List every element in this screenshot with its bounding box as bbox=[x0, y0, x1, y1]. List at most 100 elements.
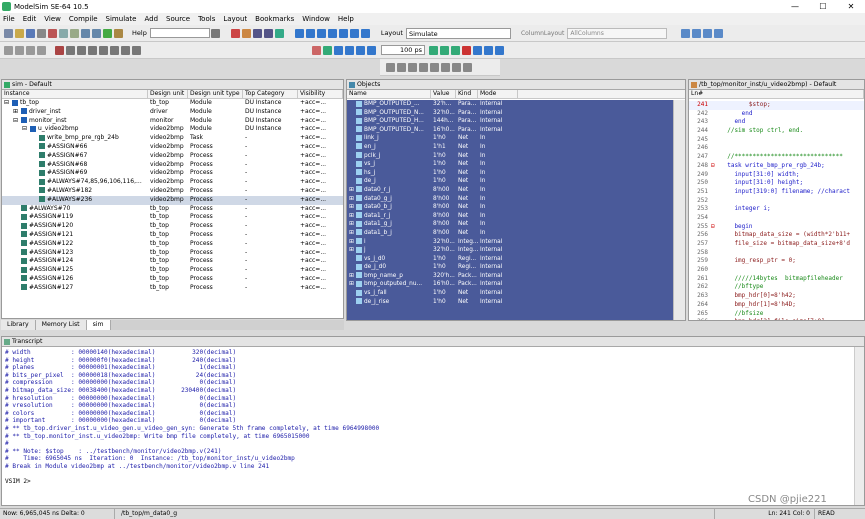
run-length-input[interactable]: 100 ps bbox=[381, 45, 425, 55]
paste-icon[interactable] bbox=[70, 28, 79, 38]
sim-tree-row[interactable]: #ALWAYS#70 tb_top Process - +acc=... bbox=[2, 205, 343, 214]
edit-mode-icon[interactable] bbox=[408, 62, 417, 72]
sim-tree-row[interactable]: #ASSIGN#127 tb_top Process - +acc=... bbox=[2, 284, 343, 293]
list-icon[interactable] bbox=[37, 45, 46, 55]
help-search-input[interactable] bbox=[149, 28, 210, 38]
sim-tree-row[interactable]: #ALWAYS#236 video2bmp Process - +acc=... bbox=[2, 195, 343, 205]
fold-marker-icon[interactable] bbox=[711, 171, 720, 180]
right-arrow-icon[interactable] bbox=[327, 28, 337, 38]
line-number[interactable]: 248 bbox=[689, 162, 711, 171]
line-number[interactable]: 260 bbox=[689, 266, 711, 275]
menu-tools[interactable]: Tools bbox=[198, 15, 215, 23]
fold-marker-icon[interactable] bbox=[711, 240, 720, 249]
fold-marker-icon[interactable] bbox=[711, 283, 720, 292]
expand-toggle-icon[interactable]: ⊞ bbox=[349, 220, 356, 229]
toggle-icon[interactable] bbox=[15, 45, 24, 55]
find-prev-icon[interactable] bbox=[132, 45, 141, 55]
zoom-out-icon[interactable] bbox=[88, 45, 97, 55]
cut-icon[interactable] bbox=[48, 28, 57, 38]
object-row[interactable]: de_j 1'h0 Net In bbox=[347, 177, 674, 186]
run-continue-icon[interactable] bbox=[440, 45, 449, 55]
menu-add[interactable]: Add bbox=[144, 15, 158, 23]
wave-cursor-icon[interactable] bbox=[312, 45, 321, 55]
clear-breakpoints-icon[interactable] bbox=[66, 45, 75, 55]
save-icon[interactable] bbox=[26, 28, 35, 38]
col-top-category[interactable]: Top Category bbox=[243, 90, 298, 98]
sim-tree-row[interactable]: ⊟ tb_top tb_top Module DU Instance +acc=... bbox=[2, 99, 343, 108]
menu-file[interactable]: File bbox=[3, 15, 15, 23]
line-number[interactable]: 246 bbox=[689, 144, 711, 153]
fold-marker-icon[interactable] bbox=[711, 318, 720, 320]
object-row[interactable]: ⊞ i 32'h0... Integ... Internal bbox=[347, 238, 674, 247]
object-row[interactable]: BMP_OUTPUTED_H... 144h... Para... Internal bbox=[347, 117, 674, 126]
col-instance[interactable]: Instance bbox=[2, 90, 148, 98]
zoom-full-icon[interactable] bbox=[99, 45, 108, 55]
col-mode[interactable]: Mode bbox=[478, 90, 518, 98]
sim-tree-row[interactable]: #ASSIGN#126 tb_top Process - +acc=... bbox=[2, 275, 343, 284]
sim-tree-row[interactable]: #ASSIGN#124 tb_top Process - +acc=... bbox=[2, 257, 343, 266]
line-number[interactable]: 262 bbox=[689, 283, 711, 292]
source-code[interactable]: 241 $stop; 242 end 243 end 244 //sim stop c… bbox=[689, 101, 864, 320]
fold-marker-icon[interactable] bbox=[711, 292, 720, 301]
expand-toggle-icon[interactable]: ⊞ bbox=[349, 212, 356, 221]
step-out-icon[interactable] bbox=[338, 28, 348, 38]
menu-view[interactable]: View bbox=[44, 15, 61, 23]
fold-marker-icon[interactable]: ⊟ bbox=[711, 162, 720, 171]
expand-toggle-icon[interactable]: ⊟ bbox=[22, 125, 30, 134]
zoom-in-icon[interactable] bbox=[77, 45, 86, 55]
close-button[interactable]: ✕ bbox=[837, 0, 865, 13]
line-number[interactable]: 254 bbox=[689, 214, 711, 223]
dock-icon[interactable] bbox=[692, 28, 702, 38]
up-arrow-icon[interactable] bbox=[294, 28, 304, 38]
zoom-mode-icon[interactable] bbox=[397, 62, 406, 72]
undock-icon[interactable] bbox=[703, 28, 713, 38]
col-name[interactable]: Name bbox=[347, 90, 431, 98]
minimize-button[interactable]: — bbox=[781, 0, 809, 13]
fold-marker-icon[interactable] bbox=[711, 144, 720, 153]
open-folder-icon[interactable] bbox=[15, 28, 24, 38]
line-number[interactable]: 243 bbox=[689, 118, 711, 127]
object-row[interactable]: ⊞ data1_g_j 8'h00 Net In bbox=[347, 220, 674, 229]
menu-source[interactable]: Source bbox=[166, 15, 190, 23]
object-row[interactable]: vs_j_d0 1'h0 Regi... Internal bbox=[347, 255, 674, 264]
break-icon[interactable] bbox=[230, 28, 240, 38]
line-number[interactable]: 265 bbox=[689, 310, 711, 319]
line-number[interactable]: 263 bbox=[689, 292, 711, 301]
sim-tree-row[interactable]: ⊟ u_video2bmp video2bmp Module DU Instance +a… bbox=[2, 125, 343, 134]
fold-marker-icon[interactable] bbox=[711, 136, 720, 145]
breakpoint-icon[interactable] bbox=[55, 45, 64, 55]
sim-tree-row[interactable]: #ASSIGN#122 tb_top Process - +acc=... bbox=[2, 240, 343, 249]
object-row[interactable]: vs_j_fall 1'h0 Net Internal bbox=[347, 289, 674, 298]
find-next-icon[interactable] bbox=[121, 45, 130, 55]
fold-marker-icon[interactable] bbox=[711, 275, 720, 284]
simulate-icon[interactable] bbox=[114, 28, 123, 38]
tab-memory-list[interactable]: Memory List bbox=[35, 320, 87, 330]
fold-marker-icon[interactable] bbox=[711, 310, 720, 319]
line-number[interactable]: 257 bbox=[689, 240, 711, 249]
line-number[interactable]: 242 bbox=[689, 110, 711, 119]
tab-library[interactable]: Library bbox=[1, 320, 36, 330]
sim-tree-row[interactable]: ⊞ driver_inst driver Module DU Instance +acc=… bbox=[2, 108, 343, 117]
object-row[interactable]: hs_j 1'h0 Net In bbox=[347, 169, 674, 178]
line-number[interactable]: 261 bbox=[689, 275, 711, 284]
expand-toggle-icon[interactable]: ⊞ bbox=[349, 272, 356, 281]
transcript-text[interactable]: # width : 00000140(hexadecimal) 320(deci… bbox=[2, 347, 864, 488]
fold-marker-icon[interactable] bbox=[711, 231, 720, 240]
menu-layout[interactable]: Layout bbox=[223, 15, 247, 23]
sim-tree-row[interactable]: #ASSIGN#68 video2bmp Process - +acc=... bbox=[2, 161, 343, 170]
line-number[interactable]: 258 bbox=[689, 249, 711, 258]
lock-cursor-icon[interactable] bbox=[441, 62, 450, 72]
transcript-scrollbar[interactable] bbox=[854, 347, 864, 505]
object-row[interactable]: de_j_d0 1'h0 Regi... Internal bbox=[347, 263, 674, 272]
fold-marker-icon[interactable] bbox=[711, 188, 720, 197]
stop-icon[interactable] bbox=[462, 45, 471, 55]
line-number[interactable]: 264 bbox=[689, 301, 711, 310]
object-row[interactable]: link_j 1'h0 Net In bbox=[347, 134, 674, 143]
print-icon[interactable] bbox=[37, 28, 46, 38]
objects-scrollbar[interactable] bbox=[673, 100, 685, 320]
fold-marker-icon[interactable] bbox=[711, 127, 720, 136]
wave-icon[interactable] bbox=[274, 28, 284, 38]
object-row[interactable]: ⊞ data1_r_j 8'h00 Net In bbox=[347, 212, 674, 221]
fold-marker-icon[interactable] bbox=[711, 301, 720, 310]
object-row[interactable]: de_j_rise 1'h0 Net Internal bbox=[347, 298, 674, 307]
